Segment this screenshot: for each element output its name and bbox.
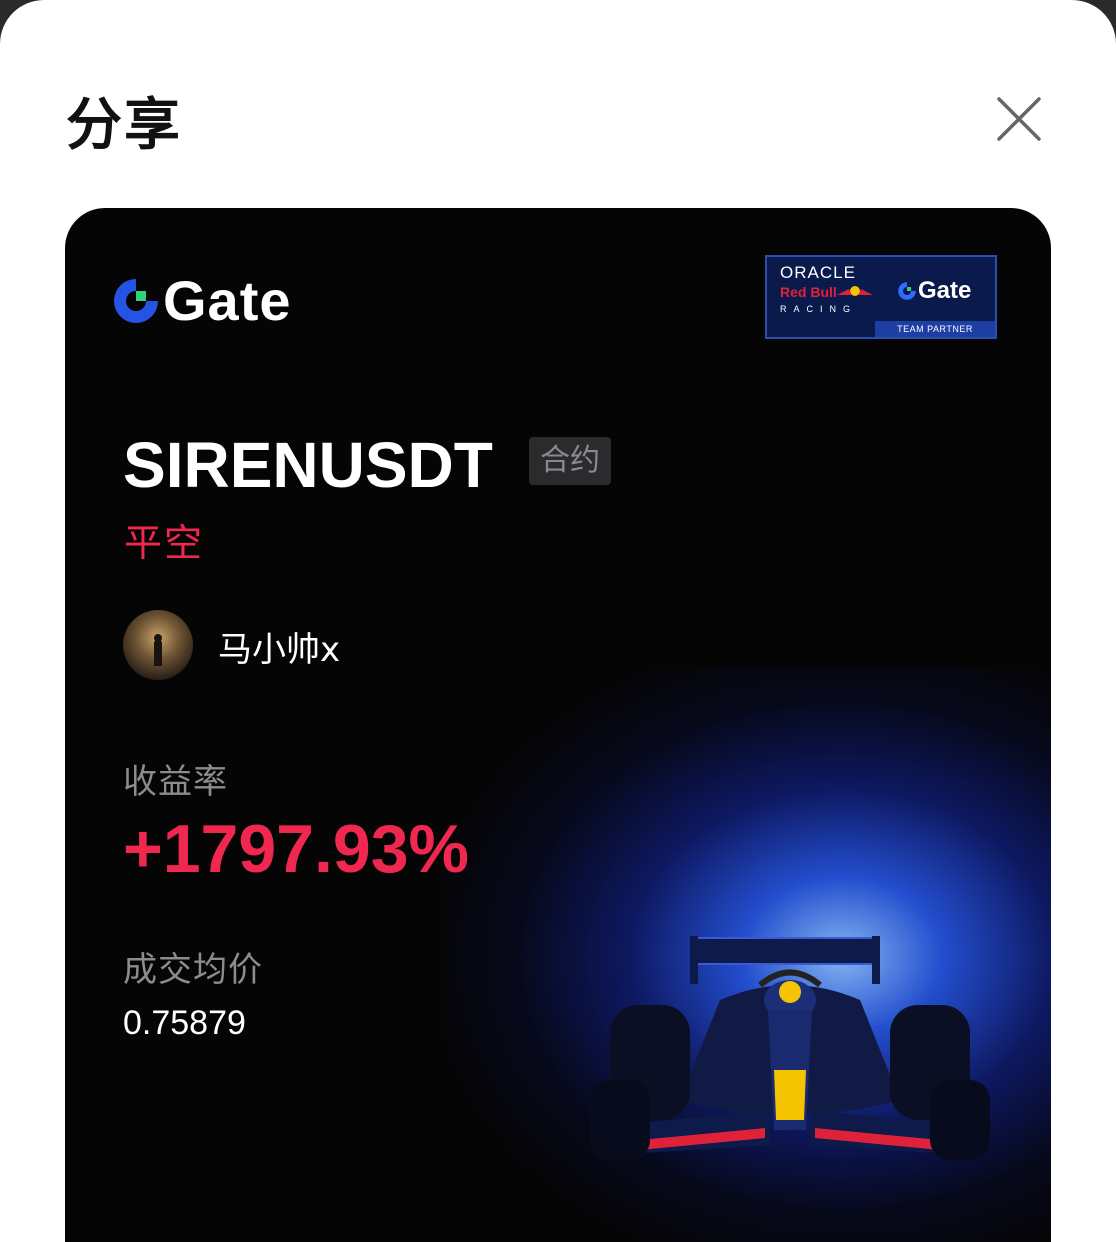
brand-name: Gate [163, 269, 292, 332]
team-partner-badge: ORACLE Red Bull RACING Gate TEAM PARTNER [765, 255, 997, 339]
share-card: Gate ORACLE Red Bull RACING Gate TEAM PA… [65, 208, 1051, 1242]
yield-value: +1797.93% [123, 811, 469, 887]
avg-price-label: 成交均价 [123, 950, 263, 990]
yield-label: 收益率 [123, 762, 228, 802]
f1-race-car-image [590, 936, 990, 1160]
avg-price-value: 0.75879 [123, 1004, 246, 1042]
partner-racing-text: RACING [780, 304, 858, 314]
share-sheet: 分享 Gate ORACLE Red Bull RACING Gate TEAM… [0, 0, 1116, 1242]
gate-logo: Gate [111, 268, 292, 333]
partner-gate-logo: Gate [897, 277, 971, 305]
partner-gate-text: Gate [918, 277, 972, 304]
close-icon[interactable] [990, 92, 1046, 148]
partner-oracle-text: ORACLE [780, 263, 856, 282]
gate-logo-icon [114, 278, 158, 323]
sheet-title: 分享 [66, 93, 182, 158]
username: 马小帅x [218, 630, 341, 670]
trading-symbol: SIRENUSDT [123, 429, 493, 501]
avatar [123, 610, 193, 680]
gate-small-logo-icon [898, 282, 916, 300]
trade-direction: 平空 [124, 521, 205, 565]
partner-footer-text: TEAM PARTNER [875, 321, 995, 337]
partner-redbull-text: Red Bull [780, 284, 837, 300]
redbull-bulls-icon [837, 286, 873, 296]
contract-tag: 合约 [529, 437, 611, 485]
